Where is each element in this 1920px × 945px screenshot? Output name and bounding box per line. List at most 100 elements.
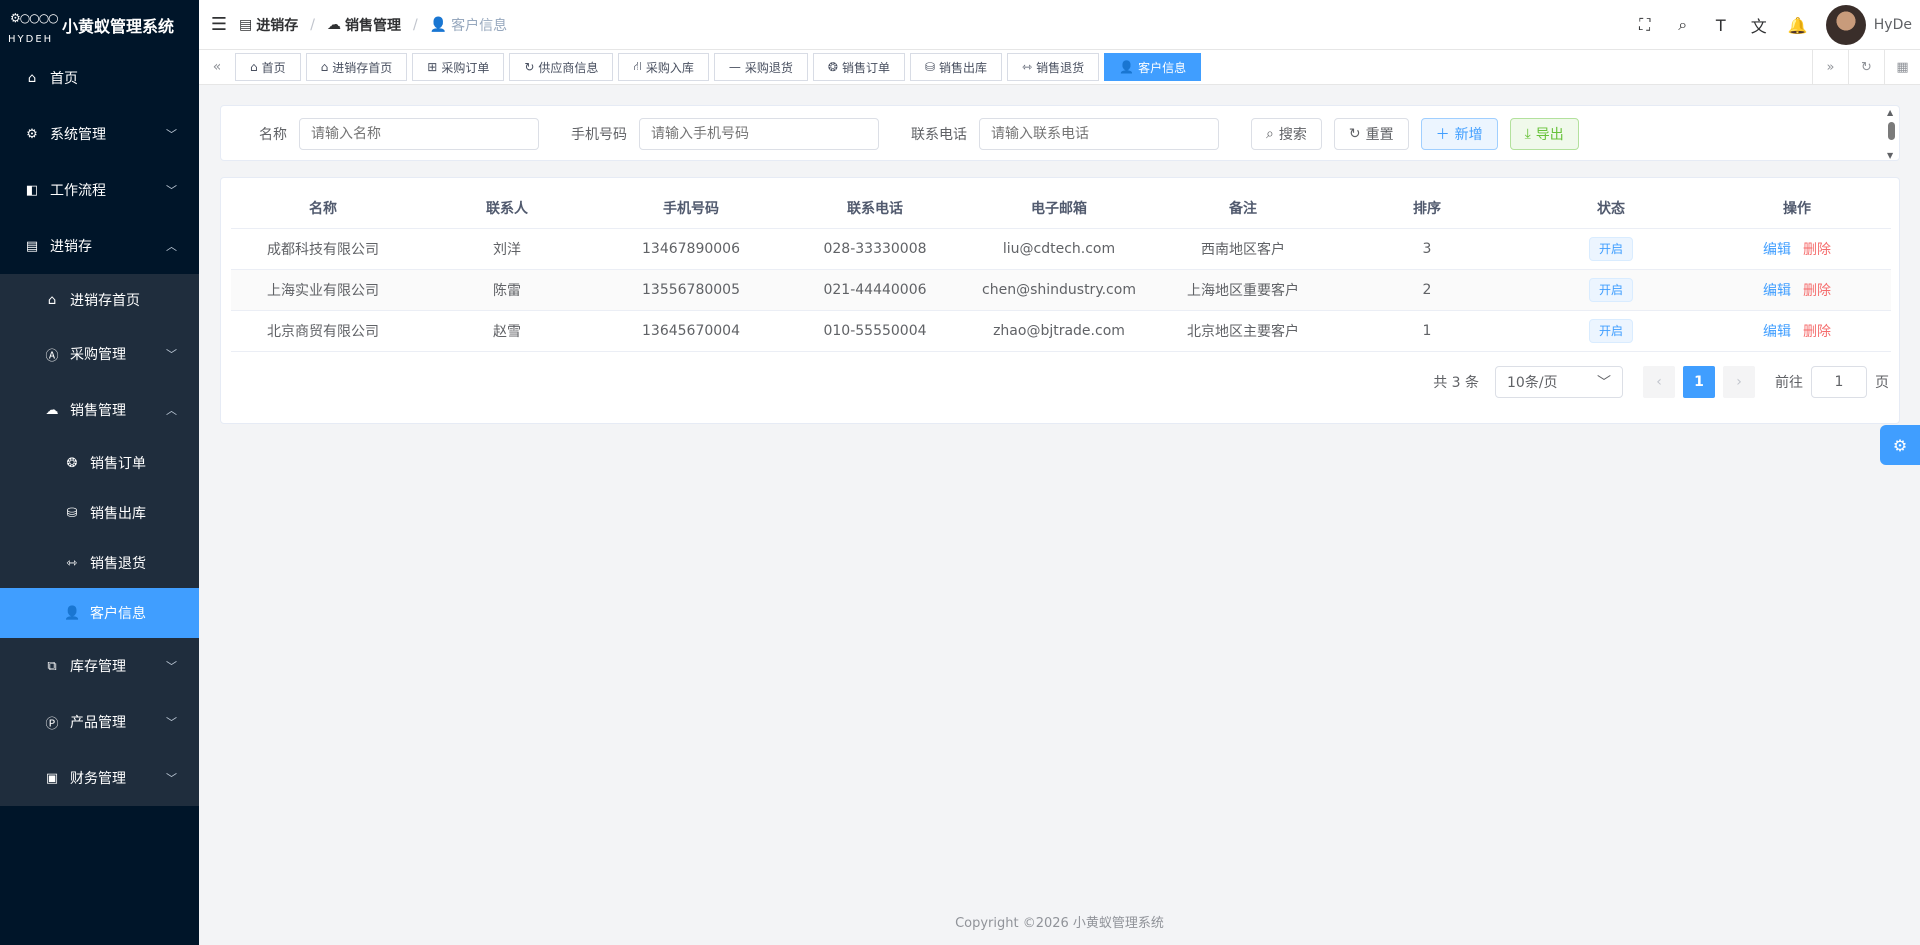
sidebar-item-label: 工作流程 (50, 183, 106, 199)
translate-icon[interactable]: 文 (1750, 13, 1768, 37)
sidebar-item-sales-order[interactable]: ❂ 销售订单 (0, 438, 199, 488)
scrollbar-thumb[interactable] (1888, 122, 1895, 140)
finance-icon: ▣ (45, 770, 59, 786)
logo-icon: ⚙○○○○ HYDEH (8, 11, 59, 45)
tag-sales-return[interactable]: ⇿ 销售退货 (1007, 53, 1100, 81)
sidebar-item-home[interactable]: ⌂ 首页 (0, 50, 199, 106)
tag-inventory-home[interactable]: ⌂ 进销存首页 (305, 53, 408, 81)
breadcrumb-item[interactable]: ☁ 销售管理 (327, 15, 401, 35)
edit-button[interactable]: 编辑 (1763, 283, 1791, 299)
sidebar-item-purchase[interactable]: Ⓐ 采购管理 ﹀ (0, 326, 199, 382)
delete-button[interactable]: 删除 (1803, 324, 1831, 340)
settings-gear-icon[interactable]: ⚙ (1880, 425, 1920, 465)
fullscreen-icon[interactable]: ⛶ (1636, 15, 1654, 35)
sidebar-item-sales[interactable]: ☁ 销售管理 ︿ (0, 382, 199, 438)
chevron-down-icon: ﹀ (166, 772, 177, 785)
cell-actions: 编辑 删除 (1703, 269, 1891, 311)
prev-page-button[interactable]: ‹ (1643, 366, 1675, 398)
edit-button[interactable]: 编辑 (1763, 242, 1791, 258)
avatar[interactable] (1825, 5, 1866, 45)
home-icon: ⌂ (320, 60, 329, 74)
reset-button[interactable]: ↻ 重置 (1333, 118, 1409, 150)
scroll-left-icon[interactable]: « (199, 59, 235, 75)
tag-purchase-inbound[interactable]: ⛙ 采购入库 (618, 53, 709, 81)
scroll-right-icon[interactable]: » (1812, 50, 1848, 84)
goto-label: 前往 (1775, 375, 1803, 391)
tag-customer-info[interactable]: 👤 客户信息 (1104, 53, 1202, 81)
table-header: 联系人 (415, 188, 599, 229)
page-number-current[interactable]: 1 (1683, 366, 1715, 398)
user-name[interactable]: HyDe (1874, 17, 1912, 33)
tag-label: 销售退货 (1036, 60, 1085, 75)
hamburger-icon[interactable]: ☰ (199, 14, 239, 35)
sidebar-item-sales-return[interactable]: ⇿ 销售退货 (0, 538, 199, 588)
mobile-label: 手机号码 (571, 127, 627, 143)
cell-remark: 北京地区主要客户 (1151, 310, 1335, 352)
scroll-down-icon[interactable]: ▼ (1887, 151, 1893, 160)
tag-label: 进销存首页 (332, 60, 393, 75)
sidebar-item-label: 销售管理 (70, 403, 126, 419)
search-card: 名称 手机号码 联系电话 ⌕搜索 ↻重置 ＋新增 ⤓导出 ▲ ▼ (220, 105, 1900, 161)
tag-supplier-info[interactable]: ↻ 供应商信息 (509, 53, 614, 81)
sidebar-item-inventory-sales[interactable]: ▤ 进销存 ︿ (0, 218, 199, 274)
table-card: 名称 联系人 手机号码 联系电话 电子邮箱 备注 排序 状态 操作 成都科技有限… (220, 177, 1900, 424)
tags-view: « ⌂ 首页 ⌂ 进销存首页 ⊞ 采购订单 ↻ 供应商信息 ⛙ 采购入库 — 采购退货 ❂ 销… (199, 50, 1920, 85)
cell-status: 开启 (1519, 310, 1703, 352)
bell-icon[interactable]: 🔔 (1788, 16, 1808, 35)
export-button[interactable]: ⤓ 导出 (1509, 118, 1579, 150)
sidebar-item-workflow[interactable]: ◧ 工作流程 ﹀ (0, 162, 199, 218)
road-icon: ⛙ (633, 59, 642, 73)
goto-input[interactable]: 1 (1811, 366, 1867, 398)
scroll-up-icon[interactable]: ▲ (1887, 108, 1893, 117)
navbar: ☰ ▤ 进销存 / ☁ 销售管理 / 👤 客户信息 ⛶ ⌕ T 文 🔔 HyDe (199, 0, 1920, 50)
chevron-down-icon: ﹀ (166, 184, 177, 197)
cell-contact: 赵雪 (415, 310, 599, 352)
page-size-select[interactable]: 10条/页 ﹀ (1495, 366, 1623, 398)
search-button[interactable]: ⌕ 搜索 (1251, 118, 1322, 150)
sidebar-item-finance[interactable]: ▣ 财务管理 ﹀ (0, 750, 199, 806)
sidebar-item-label: 销售退货 (90, 556, 146, 572)
delete-button[interactable]: 删除 (1803, 242, 1831, 258)
tag-sales-outbound[interactable]: ⛁ 销售出库 (909, 53, 1003, 81)
refresh-icon[interactable]: ↻ (1848, 50, 1884, 84)
home-icon: ⌂ (47, 292, 57, 308)
sidebar-item-product[interactable]: Ⓟ 产品管理 ﹀ (0, 694, 199, 750)
status-badge: 开启 (1588, 277, 1633, 302)
page-jumper: 前往 1 页 (1775, 366, 1889, 398)
sidebar-item-system[interactable]: ⚙ 系统管理 ﹀ (0, 106, 199, 162)
table-header: 名称 (231, 188, 415, 229)
logo[interactable]: ⚙○○○○ HYDEH 小黄蚁管理系统 (0, 0, 199, 50)
tag-sales-order[interactable]: ❂ 销售订单 (812, 53, 905, 81)
search-icon[interactable]: ⌕ (1674, 15, 1692, 35)
tag-label: 供应商信息 (538, 60, 599, 75)
sidebar-item-sales-outbound[interactable]: ⛁ 销售出库 (0, 488, 199, 538)
document-icon: ▤ (239, 16, 253, 33)
grid-menu-icon[interactable]: ▦ (1884, 50, 1920, 84)
font-size-icon[interactable]: T (1712, 16, 1730, 35)
table-header: 备注 (1151, 188, 1335, 229)
tag-purchase-order[interactable]: ⊞ 采购订单 (412, 53, 505, 81)
delete-button[interactable]: 删除 (1803, 283, 1831, 299)
phone-input[interactable] (979, 118, 1219, 150)
home-icon: ⌂ (27, 70, 37, 86)
edit-button[interactable]: 编辑 (1763, 324, 1791, 340)
sidebar-item-customer-info[interactable]: 👤 客户信息 (0, 588, 199, 638)
next-page-button[interactable]: › (1723, 366, 1755, 398)
name-input[interactable] (299, 118, 539, 150)
gear-icon: ⚙ (26, 126, 38, 142)
grid-icon: ⊞ (427, 60, 438, 74)
pagination: 共 3 条 10条/页 ﹀ ‹ 1 › 前往 1 页 (1433, 366, 1889, 398)
tag-home[interactable]: ⌂ 首页 (235, 53, 301, 81)
tag-purchase-return[interactable]: — 采购退货 (713, 53, 808, 81)
cloud-icon: ☁ (45, 402, 59, 418)
sidebar-item-stock[interactable]: ⧉ 库存管理 ﹀ (0, 638, 199, 694)
chevron-down-icon: ﹀ (166, 128, 177, 141)
add-button[interactable]: ＋新增 (1420, 118, 1498, 150)
scrollbar[interactable]: ▲ ▼ (1887, 106, 1895, 162)
mobile-input[interactable] (639, 118, 879, 150)
sidebar-item-label: 进销存 (50, 239, 92, 255)
breadcrumb-item[interactable]: ▤ 进销存 (239, 15, 298, 35)
sidebar-item-inventory-home[interactable]: ⌂ 进销存首页 (0, 274, 199, 326)
chevron-down-icon: ﹀ (1597, 375, 1611, 391)
button-label: 新增 (1454, 127, 1483, 143)
